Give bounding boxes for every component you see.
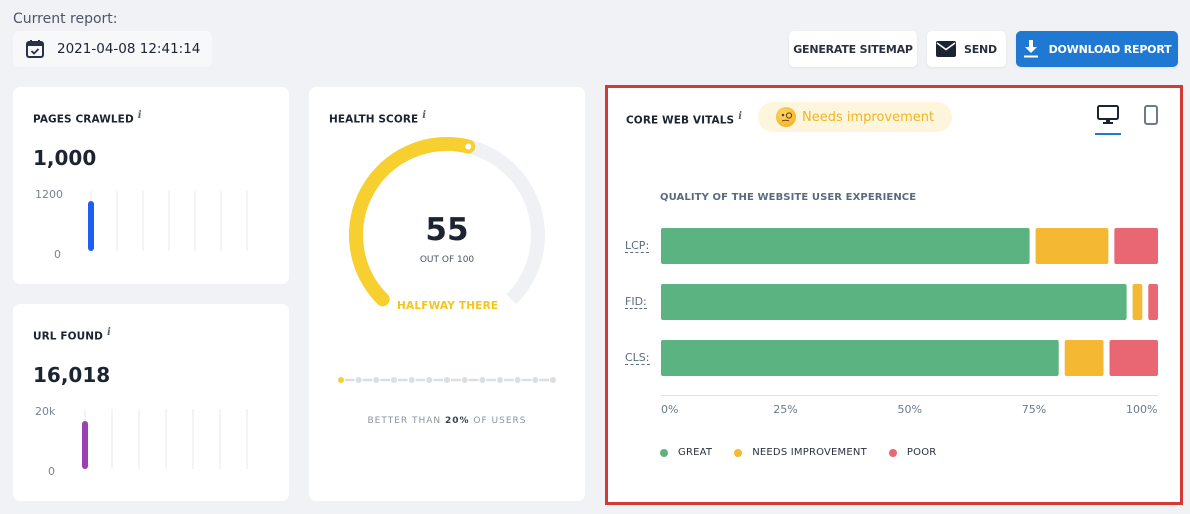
- health-score-value: 55: [425, 212, 469, 248]
- x-axis-line: [661, 395, 1158, 396]
- current-report-label: Current report:: [13, 11, 118, 27]
- progress-step-dot: [391, 377, 397, 383]
- generate-sitemap-label: GENERATE SITEMAP: [793, 42, 913, 56]
- mini-chart-bar: [82, 420, 88, 469]
- url-found-mini-chart: [82, 409, 248, 469]
- bar-lcp-poor[interactable]: [1114, 228, 1158, 264]
- legend-label: GREAT: [678, 447, 713, 458]
- bar-fid-great[interactable]: [661, 284, 1127, 320]
- mini-chart-bar: [88, 201, 94, 251]
- legend-item[interactable]: POOR: [888, 447, 937, 458]
- pages-crawled-title-text: PAGES CRAWLED: [33, 113, 134, 126]
- desktop-icon: [1097, 105, 1119, 124]
- metric-label-lcp[interactable]: LCP:: [625, 239, 650, 253]
- bar-lcp-great[interactable]: [661, 228, 1030, 264]
- core-web-vitals-card: CORE WEB VITALS i Needs improvement QUALI…: [605, 85, 1183, 505]
- health-score-title-text: HEALTH SCORE: [329, 113, 419, 126]
- info-icon[interactable]: i: [422, 110, 426, 121]
- progress-step-dot: [338, 377, 344, 383]
- url-found-title: URL FOUND i: [33, 327, 111, 343]
- core-web-vitals-title: CORE WEB VITALS i: [626, 111, 742, 127]
- report-date-picker[interactable]: 2021-04-08 12:41:14: [13, 31, 212, 67]
- url-found-title-text: URL FOUND: [33, 330, 103, 343]
- chart-legend: GREAT NEEDS IMPROVEMENT POOR: [660, 447, 936, 458]
- mail-icon: [936, 41, 956, 57]
- progress-step-dot: [408, 377, 415, 383]
- bar-lcp-needs-improvement[interactable]: [1035, 228, 1109, 264]
- better-than-suffix: OF USERS: [469, 416, 527, 426]
- info-icon[interactable]: i: [138, 110, 142, 121]
- download-report-label: DOWNLOAD REPORT: [1048, 42, 1172, 56]
- legend-item[interactable]: NEEDS IMPROVEMENT: [734, 447, 867, 458]
- x-tick-label: 25%: [773, 403, 798, 416]
- pages-crawled-card: PAGES CRAWLED i 1,000 1200 0: [13, 87, 289, 284]
- progress-step-dot: [444, 377, 450, 383]
- better-than-value: 20%: [445, 416, 470, 426]
- metric-label-fid[interactable]: FID:: [625, 295, 647, 309]
- legend-dot-icon: [734, 448, 743, 457]
- send-label: SEND: [964, 42, 997, 56]
- health-score-title: HEALTH SCORE i: [329, 110, 426, 126]
- core-web-vitals-bar-chart: [661, 228, 1159, 376]
- report-date: 2021-04-08 12:41:14: [57, 41, 201, 57]
- legend-label: NEEDS IMPROVEMENT: [752, 447, 867, 458]
- legend-label: POOR: [906, 447, 937, 458]
- pages-axis-max: 1200: [35, 188, 63, 201]
- progress-step-dot: [373, 377, 380, 383]
- calendar-icon: [26, 40, 44, 58]
- download-report-button[interactable]: DOWNLOAD REPORT: [1016, 31, 1178, 67]
- progress-step-dot: [532, 377, 539, 383]
- tab-mobile[interactable]: [1138, 105, 1164, 135]
- bar-cls-needs-improvement[interactable]: [1064, 340, 1104, 376]
- url-found-card: URL FOUND i 16,018 20k 0: [13, 304, 289, 501]
- bar-cls-poor[interactable]: [1109, 340, 1159, 376]
- status-badge-text: Needs improvement: [802, 109, 935, 125]
- health-score-card: HEALTH SCORE i 55 OUT OF 100 HALFWAY THER…: [309, 87, 585, 501]
- x-tick-label: 50%: [897, 403, 922, 416]
- pages-crawled-mini-chart: [88, 191, 248, 251]
- pages-axis-min: 0: [54, 248, 61, 261]
- core-web-vitals-title-text: CORE WEB VITALS: [626, 114, 735, 127]
- metric-label-cls[interactable]: CLS:: [625, 351, 650, 365]
- health-progress-steps: [338, 377, 556, 383]
- progress-step-dot: [514, 377, 521, 383]
- bar-fid-needs-improvement[interactable]: [1132, 284, 1143, 320]
- progress-step-dot: [426, 377, 433, 383]
- progress-step-dot: [497, 377, 503, 383]
- mobile-icon: [1144, 105, 1158, 125]
- info-icon[interactable]: i: [738, 111, 742, 122]
- progress-step-dot: [550, 377, 556, 383]
- send-button[interactable]: SEND: [927, 31, 1006, 67]
- legend-dot-icon: [660, 448, 668, 457]
- progress-step-dot: [479, 377, 486, 383]
- x-tick-label: 75%: [1021, 403, 1047, 416]
- better-than-prefix: BETTER THAN: [367, 416, 446, 426]
- health-score-max: OUT OF 100: [419, 255, 475, 265]
- pages-crawled-value: 1,000: [33, 146, 97, 170]
- x-tick-label: 0%: [661, 403, 679, 416]
- progress-step-dot: [355, 377, 362, 383]
- pages-crawled-title: PAGES CRAWLED i: [33, 110, 142, 126]
- info-icon[interactable]: i: [107, 327, 111, 338]
- url-found-value: 16,018: [33, 363, 111, 387]
- generate-sitemap-button[interactable]: GENERATE SITEMAP: [789, 31, 917, 67]
- x-tick-label: 100%: [1126, 403, 1158, 416]
- url-axis-min: 0: [48, 465, 55, 478]
- bar-cls-great[interactable]: [661, 340, 1059, 376]
- progress-step-dot: [461, 377, 468, 383]
- chart-title: QUALITY OF THE WEBSITE USER EXPERIENCE: [660, 192, 917, 203]
- status-badge: Needs improvement: [758, 102, 952, 132]
- legend-dot-icon: [888, 448, 897, 457]
- legend-item[interactable]: GREAT: [660, 447, 712, 458]
- better-than-text: BETTER THAN 20% OF USERS: [309, 416, 585, 426]
- gauge-knob: [465, 143, 472, 150]
- thinking-face-icon: [776, 107, 796, 127]
- tab-desktop[interactable]: [1095, 105, 1121, 135]
- bar-fid-poor[interactable]: [1148, 284, 1158, 320]
- download-icon: [1023, 40, 1038, 58]
- health-score-status: HALFWAY THERE: [397, 300, 499, 312]
- url-axis-max: 20k: [35, 405, 56, 418]
